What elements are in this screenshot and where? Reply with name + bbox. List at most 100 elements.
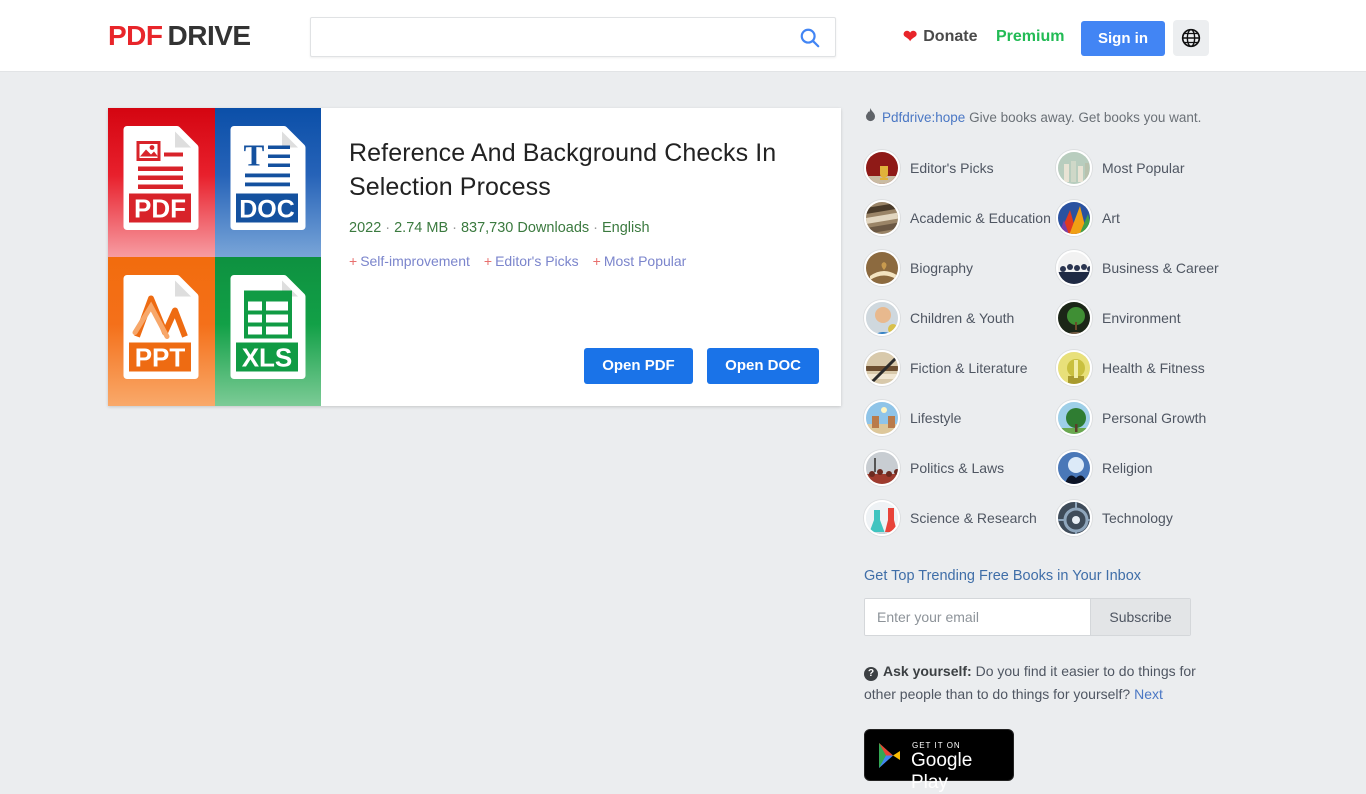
category-label: Technology <box>1102 510 1173 526</box>
newsletter-title[interactable]: Get Top Trending Free Books in Your Inbo… <box>864 566 1244 586</box>
sign-in-button[interactable]: Sign in <box>1081 21 1165 56</box>
book-details: Reference And Background Checks In Selec… <box>321 108 841 406</box>
xls-file-icon: XLS <box>230 275 306 380</box>
book-tags: + Self-improvement + Editor's Picks + Most Po… <box>349 251 817 271</box>
plus-icon: + <box>349 253 358 269</box>
google-play-badge[interactable]: GET IT ON Google Play <box>864 729 1014 793</box>
globe-icon <box>1181 28 1201 48</box>
pdf-file-icon: PDF <box>123 126 199 231</box>
doc-file-icon: T DOC <box>230 126 306 231</box>
pdfdrive-hope-text: Give books away. Get books you want. <box>965 110 1202 125</box>
library-photo-icon <box>864 200 900 236</box>
wellness-photo-icon <box>1056 350 1092 386</box>
book-downloads: 837,730 Downloads <box>460 220 590 236</box>
sidebar: Pdfdrive:hope Give books away. Get books… <box>864 108 1244 793</box>
open-book-photo-icon <box>864 250 900 286</box>
thumbnail-tile-ppt: PPT <box>108 257 215 406</box>
crowd-photo-icon <box>1056 250 1092 286</box>
logo-drive-text: DRIVE <box>167 20 252 51</box>
language-button[interactable] <box>1173 20 1209 56</box>
svg-text:PDF: PDF <box>134 194 186 224</box>
category-item-most-popular[interactable]: Most Popular <box>1056 150 1248 186</box>
beach-photo-icon <box>864 400 900 436</box>
book-tag-label: Self-improvement <box>360 253 470 269</box>
books-quill-photo-icon <box>864 350 900 386</box>
site-logo[interactable]: PDF DRIVE <box>108 20 251 52</box>
trophy-photo-icon <box>864 150 900 186</box>
category-item-politics-laws[interactable]: Politics & Laws <box>864 450 1056 486</box>
plus-icon: + <box>483 253 493 269</box>
category-item-environment[interactable]: Environment <box>1056 300 1248 336</box>
category-item-health-fitness[interactable]: Health & Fitness <box>1056 350 1248 386</box>
category-label: Environment <box>1102 310 1181 326</box>
palette-photo-icon <box>1056 200 1092 236</box>
book-language: English <box>601 220 650 236</box>
category-label: Fiction & Literature <box>910 360 1028 376</box>
ask-next-link[interactable]: Next <box>1134 686 1163 702</box>
subscribe-button[interactable]: Subscribe <box>1090 599 1190 635</box>
book-tag-label: Most Popular <box>603 253 687 269</box>
open-pdf-button[interactable]: Open PDF <box>584 348 693 384</box>
newsletter-form: Subscribe <box>864 598 1191 636</box>
plus-icon: + <box>592 253 601 269</box>
meta-separator: · <box>593 220 598 236</box>
book-tag[interactable]: + Self-improvement <box>349 253 470 269</box>
ask-yourself-label: Ask yourself: <box>883 663 972 679</box>
ask-yourself-block: ? Ask yourself: Do you find it easier to … <box>864 660 1230 706</box>
category-item-biography[interactable]: Biography <box>864 250 1056 286</box>
donate-label: Donate <box>923 28 978 45</box>
category-item-editors-picks[interactable]: Editor's Picks <box>864 150 1056 186</box>
category-label: Science & Research <box>910 510 1037 526</box>
book-year: 2022 <box>349 220 382 236</box>
category-item-lifestyle[interactable]: Lifestyle <box>864 400 1056 436</box>
category-label: Art <box>1102 210 1120 226</box>
premium-link[interactable]: Premium <box>996 27 1064 47</box>
open-doc-button[interactable]: Open DOC <box>707 348 819 384</box>
flame-icon <box>866 108 875 122</box>
category-item-academic-education[interactable]: Academic & Education <box>864 200 1056 236</box>
thumbnail-tile-xls: XLS <box>214 257 321 406</box>
search-box[interactable] <box>310 17 836 57</box>
protest-photo-icon <box>864 450 900 486</box>
category-label: Children & Youth <box>910 310 1015 326</box>
category-label: Politics & Laws <box>910 460 1005 476</box>
category-label: Editor's Picks <box>910 160 994 176</box>
pdfdrive-hope-link[interactable]: Pdfdrive:hope <box>882 110 965 125</box>
books-photo-icon <box>1056 150 1092 186</box>
heart-icon: ❤ <box>903 27 918 46</box>
category-label: Business & Career <box>1102 260 1219 276</box>
category-grid: Editor's Picks Most Popular Academic & E… <box>864 150 1244 536</box>
category-item-science-research[interactable]: Science & Research <box>864 500 1056 536</box>
category-item-art[interactable]: Art <box>1056 200 1248 236</box>
hands-light-photo-icon <box>1056 450 1092 486</box>
category-item-technology[interactable]: Technology <box>1056 500 1248 536</box>
category-label: Health & Fitness <box>1102 360 1205 376</box>
category-item-religion[interactable]: Religion <box>1056 450 1248 486</box>
logo-pdf-text: PDF <box>108 20 163 51</box>
book-title[interactable]: Reference And Background Checks In Selec… <box>349 136 817 204</box>
thumbnail-tile-doc: T DOC <box>214 108 321 257</box>
book-tag[interactable]: + Editor's Picks <box>484 253 579 269</box>
lab-flasks-photo-icon <box>864 500 900 536</box>
book-actions: Open PDF Open DOC <box>574 348 819 384</box>
meta-separator: · <box>452 220 457 236</box>
search-icon[interactable] <box>799 27 821 49</box>
donate-link[interactable]: ❤ Donate <box>903 27 977 47</box>
book-tag[interactable]: + Most Popular <box>593 253 687 269</box>
sapling-photo-icon <box>1056 300 1092 336</box>
book-thumbnail[interactable]: PDF T DOC PPT XLS <box>108 108 321 406</box>
category-item-business-career[interactable]: Business & Career <box>1056 250 1248 286</box>
google-play-store-name: Google Play <box>911 750 973 793</box>
svg-text:PPT: PPT <box>135 343 186 373</box>
email-input[interactable] <box>865 599 1090 635</box>
svg-text:XLS: XLS <box>241 343 292 373</box>
search-input[interactable] <box>325 18 785 56</box>
book-size: 2.74 MB <box>394 220 449 236</box>
category-item-personal-growth[interactable]: Personal Growth <box>1056 400 1248 436</box>
book-tag-label: Editor's Picks <box>495 253 579 269</box>
category-item-fiction-literature[interactable]: Fiction & Literature <box>864 350 1056 386</box>
category-label: Lifestyle <box>910 410 962 426</box>
site-header: PDF DRIVE ❤ Donate Premium Sign in <box>0 0 1366 72</box>
thumbnail-tile-pdf: PDF <box>108 108 215 257</box>
category-item-children-youth[interactable]: Children & Youth <box>864 300 1056 336</box>
